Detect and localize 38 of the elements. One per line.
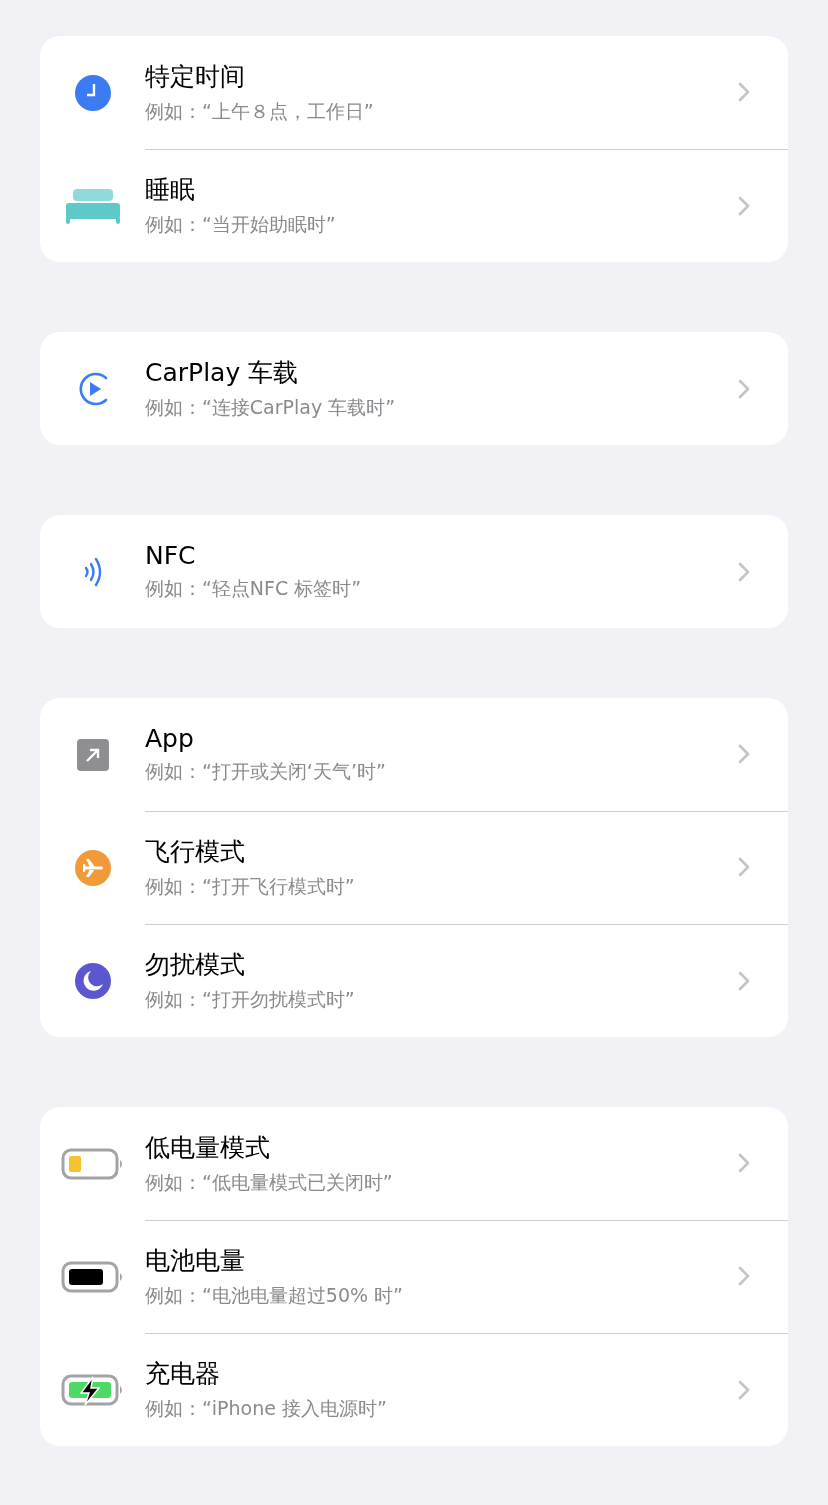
chevron-icon — [738, 378, 750, 399]
trigger-example: 例如：“打开飞行模式时” — [145, 873, 356, 899]
trigger-title[interactable]: 飞行模式 — [145, 834, 738, 868]
trigger-example: 例如：“电池电量超过50% 时” — [145, 1282, 404, 1308]
arrow-square-icon — [76, 738, 109, 771]
chevron-icon — [738, 857, 750, 877]
chevron-icon — [738, 561, 750, 582]
battery-icon — [60, 1260, 125, 1293]
trigger-example: 例如：“打开或关闭‘天气’时” — [145, 758, 387, 784]
airplane-icon — [74, 849, 111, 886]
trigger-title[interactable]: 勿扰模式 — [145, 948, 738, 981]
trigger-title[interactable]: NFC — [145, 541, 738, 570]
chevron-icon — [738, 1379, 750, 1400]
chevron-icon — [738, 1266, 750, 1286]
trigger-title[interactable]: 电池电量 — [145, 1243, 738, 1277]
chevron-icon — [738, 744, 750, 764]
trigger-example: 例如：“连接CarPlay 车载时” — [145, 395, 397, 420]
chevron-icon — [738, 82, 750, 102]
trigger-example: 例如：“打开勿扰模式时” — [145, 987, 356, 1012]
chevron-icon — [738, 1153, 750, 1173]
trigger-title[interactable]: 低电量模式 — [145, 1130, 738, 1164]
charging-battery-icon — [60, 1373, 125, 1406]
clock-icon — [74, 74, 111, 111]
battery-icon — [60, 1147, 125, 1180]
trigger-example: 例如：“当开始助眠时” — [145, 212, 337, 237]
trigger-title[interactable]: 特定时间 — [145, 59, 738, 93]
chevron-icon — [738, 195, 750, 216]
trigger-title[interactable]: 睡眠 — [145, 173, 738, 206]
trigger-title[interactable]: CarPlay 车载 — [145, 356, 738, 389]
trigger-title[interactable]: 充电器 — [145, 1357, 738, 1390]
trigger-example: 例如：“上午８点，工作日” — [145, 98, 375, 124]
trigger-title[interactable]: App — [145, 723, 738, 753]
bed-icon — [65, 186, 120, 225]
trigger-example: 例如：“轻点NFC 标签时” — [145, 576, 363, 601]
trigger-example: 例如：“iPhone 接入电源时” — [145, 1396, 388, 1421]
chevron-icon — [738, 970, 750, 991]
moon-icon — [74, 962, 111, 999]
trigger-example: 例如：“低电量模式已关闭时” — [145, 1169, 394, 1195]
